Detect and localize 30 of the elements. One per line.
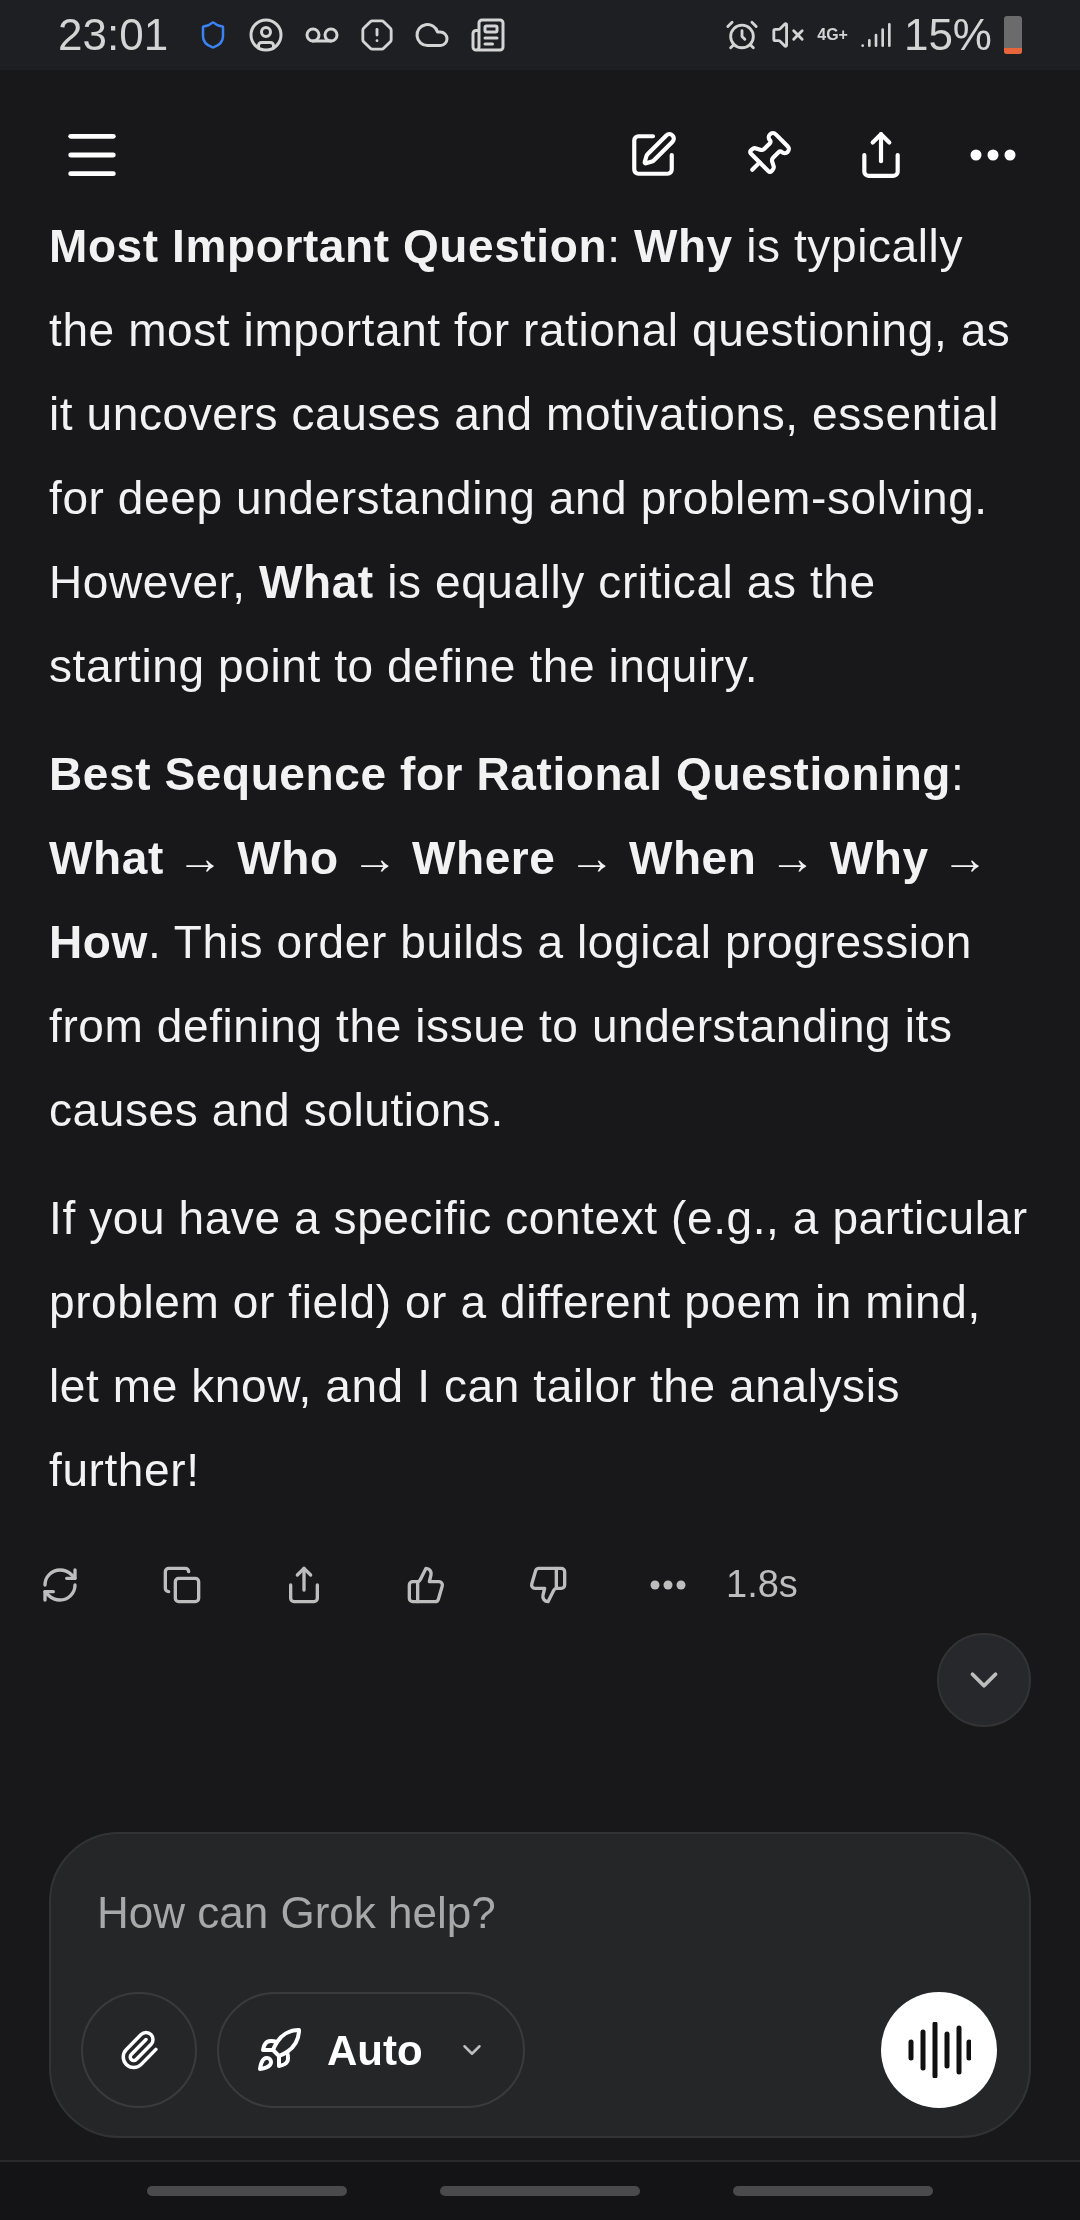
copy-button[interactable] — [162, 1564, 202, 1605]
nav-handle[interactable] — [146, 2186, 347, 2196]
thumbs-up-icon — [406, 1564, 446, 1605]
copy-icon — [162, 1564, 202, 1605]
alarm-icon — [725, 18, 760, 52]
network-type: 4G+ — [817, 27, 848, 43]
mode-button[interactable]: Auto — [217, 1992, 525, 2108]
status-time: 23:01 — [58, 9, 169, 61]
user-icon — [248, 17, 285, 53]
response-paragraph: If you have a specific context (e.g., a particular problem or field) or a different poem in mind, let me know, and I can tailor the analysis further! — [49, 1191, 1029, 1498]
waveform-icon — [907, 2022, 971, 2078]
response-time: 1.8s — [726, 1562, 798, 1607]
battery-icon — [1004, 16, 1022, 54]
more-button[interactable] — [650, 1579, 686, 1590]
response-paragraph: Most Important Question: Why is typically the most important for rational questioning, as it uncovers causes and motivations, essential for deep understanding and problem-solving. However, What is equally critical as the starting point to define the inquiry. — [49, 219, 1012, 694]
nav-handle[interactable] — [733, 2186, 934, 2196]
ellipsis-icon — [650, 1579, 686, 1590]
thumbs-down-icon — [528, 1564, 568, 1605]
message-input[interactable]: How can Grok help? — [47, 1878, 1033, 1948]
alert-icon — [360, 18, 395, 52]
like-button[interactable] — [406, 1564, 446, 1605]
news-icon — [470, 17, 507, 53]
more-button[interactable] — [970, 149, 1016, 161]
attach-button[interactable] — [81, 1992, 197, 2108]
nav-handle[interactable] — [440, 2186, 640, 2196]
dislike-button[interactable] — [528, 1564, 568, 1605]
rocket-icon — [255, 2026, 303, 2074]
battery-percent: 15% — [903, 9, 992, 61]
response-paragraph: Best Sequence for Rational Questioning: What → Who → Where → When → Why → How. This order builds a logical progression from defining the issue to understanding its causes and solutions. — [49, 747, 990, 1138]
ellipsis-icon — [970, 149, 1016, 161]
